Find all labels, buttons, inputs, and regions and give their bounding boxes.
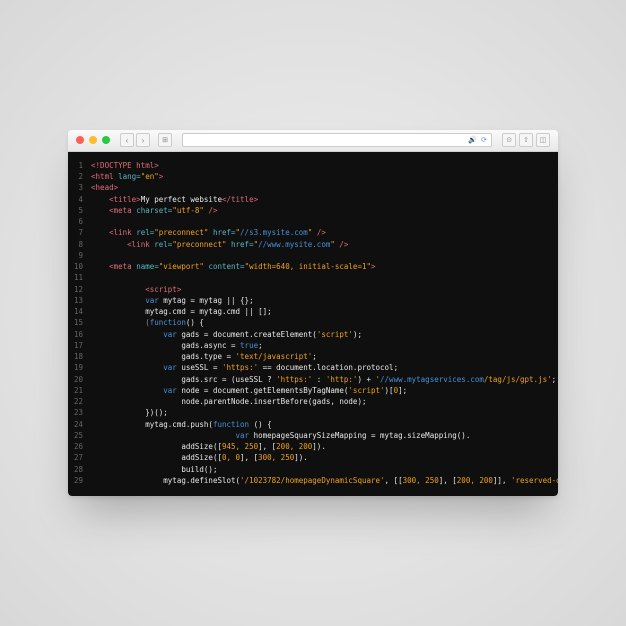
code-line[interactable]: <link rel="preconnect" href="//s3.mysite… <box>91 227 558 238</box>
line-number: 17 <box>74 340 83 351</box>
code-line[interactable] <box>91 216 558 227</box>
line-number: 25 <box>74 430 83 441</box>
code-line[interactable]: addSize([0, 0], [300, 250]). <box>91 452 558 463</box>
line-number: 27 <box>74 452 83 463</box>
line-number: 10 <box>74 261 83 272</box>
code-line[interactable]: <script> <box>91 284 558 295</box>
code-line[interactable]: var gads = document.createElement('scrip… <box>91 329 558 340</box>
line-number-gutter: 1234567891011121314151617181920212223242… <box>68 160 91 486</box>
code-line[interactable]: <link rel="preconnect" href="//www.mysit… <box>91 239 558 250</box>
code-content[interactable]: <!DOCTYPE html><html lang="en"><head> <t… <box>91 160 558 486</box>
line-number: 28 <box>74 464 83 475</box>
code-line[interactable]: <title>My perfect website</title> <box>91 194 558 205</box>
line-number: 20 <box>74 374 83 385</box>
code-line[interactable]: var node = document.getElementsByTagName… <box>91 385 558 396</box>
line-number: 8 <box>74 239 83 250</box>
browser-window: ‹ › ⊞ 🔊 ⟳ ⊙ ⇧ ◫ 123456789101112131415161… <box>68 130 558 496</box>
line-number: 12 <box>74 284 83 295</box>
line-number: 24 <box>74 419 83 430</box>
share-icon[interactable]: ⇧ <box>519 133 533 147</box>
code-line[interactable]: gads.async = true; <box>91 340 558 351</box>
line-number: 14 <box>74 306 83 317</box>
code-line[interactable]: build(); <box>91 464 558 475</box>
code-line[interactable]: gads.type = 'text/javascript'; <box>91 351 558 362</box>
code-line[interactable]: <meta name="viewport" content="width=640… <box>91 261 558 272</box>
line-number: 5 <box>74 205 83 216</box>
code-line[interactable]: <html lang="en"> <box>91 171 558 182</box>
tabs-button[interactable]: ⊞ <box>158 133 172 147</box>
code-line[interactable]: mytag.defineSlot('/1023782/homepageDynam… <box>91 475 558 486</box>
code-line[interactable]: })(); <box>91 407 558 418</box>
line-number: 9 <box>74 250 83 261</box>
code-line[interactable] <box>91 272 558 283</box>
minimize-button[interactable] <box>89 136 97 144</box>
line-number: 2 <box>74 171 83 182</box>
line-number: 4 <box>74 194 83 205</box>
reload-icon[interactable]: ⟳ <box>481 136 487 144</box>
line-number: 15 <box>74 317 83 328</box>
line-number: 7 <box>74 227 83 238</box>
line-number: 18 <box>74 351 83 362</box>
code-line[interactable]: var mytag = mytag || {}; <box>91 295 558 306</box>
toolbar-icons: ⊙ ⇧ ◫ <box>502 133 550 147</box>
code-line[interactable]: mytag.cmd.push(function () { <box>91 419 558 430</box>
line-number: 22 <box>74 396 83 407</box>
line-number: 29 <box>74 475 83 486</box>
nav-arrows: ‹ › <box>120 133 150 147</box>
traffic-lights <box>76 136 110 144</box>
tabs-icon[interactable]: ◫ <box>536 133 550 147</box>
code-line[interactable]: (function() { <box>91 317 558 328</box>
code-line[interactable]: node.parentNode.insertBefore(gads, node)… <box>91 396 558 407</box>
line-number: 26 <box>74 441 83 452</box>
code-line[interactable]: <!DOCTYPE html> <box>91 160 558 171</box>
code-editor: 1234567891011121314151617181920212223242… <box>68 152 558 496</box>
code-line[interactable] <box>91 250 558 261</box>
forward-button[interactable]: › <box>136 133 150 147</box>
line-number: 11 <box>74 272 83 283</box>
line-number: 16 <box>74 329 83 340</box>
code-line[interactable]: gads.src = (useSSL ? 'https:' : 'http:')… <box>91 374 558 385</box>
line-number: 6 <box>74 216 83 227</box>
volume-icon: 🔊 <box>468 136 477 144</box>
code-line[interactable]: <meta charset="utf-8" /> <box>91 205 558 216</box>
close-button[interactable] <box>76 136 84 144</box>
line-number: 13 <box>74 295 83 306</box>
maximize-button[interactable] <box>102 136 110 144</box>
code-line[interactable]: mytag.cmd = mytag.cmd || []; <box>91 306 558 317</box>
code-line[interactable]: addSize([945, 250], [200, 200]). <box>91 441 558 452</box>
code-line[interactable]: var useSSL = 'https:' == document.locati… <box>91 362 558 373</box>
url-bar[interactable]: 🔊 ⟳ <box>182 133 492 147</box>
line-number: 19 <box>74 362 83 373</box>
line-number: 1 <box>74 160 83 171</box>
toolbar-icon-1[interactable]: ⊙ <box>502 133 516 147</box>
titlebar: ‹ › ⊞ 🔊 ⟳ ⊙ ⇧ ◫ <box>68 130 558 152</box>
code-line[interactable]: var homepageSquarySizeMapping = mytag.si… <box>91 430 558 441</box>
code-line[interactable]: <head> <box>91 182 558 193</box>
back-button[interactable]: ‹ <box>120 133 134 147</box>
line-number: 3 <box>74 182 83 193</box>
line-number: 23 <box>74 407 83 418</box>
line-number: 21 <box>74 385 83 396</box>
